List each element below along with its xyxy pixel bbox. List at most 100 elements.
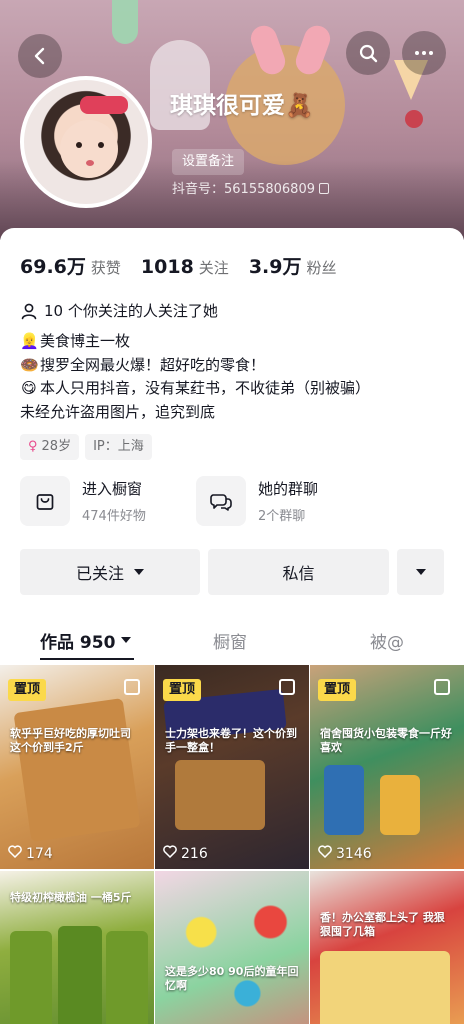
copy-icon[interactable] [318, 183, 329, 194]
video-likes: 174 [8, 845, 53, 862]
thumbnail-art [13, 697, 141, 843]
entries-row: 进入橱窗 474件好物 她的群聊 2个群聊 [20, 473, 450, 529]
age-text: 28岁 [41, 439, 72, 454]
ip-tag: IP：上海 [85, 434, 152, 460]
bio-text: 未经允许盗用图片，追究到底 [20, 402, 216, 421]
more-button[interactable] [402, 31, 446, 75]
mutual-follow-text: 10 个你关注的人关注了她 [44, 302, 218, 320]
bio-emoji: 😋 [21, 379, 37, 397]
shop-window-subtitle: 474件好物 [82, 509, 146, 524]
avatar[interactable] [20, 76, 152, 208]
pinned-badge: 置顶 [163, 679, 202, 701]
douyin-id-text: 抖音号：56155806809 [172, 182, 315, 197]
more-dots-icon [415, 51, 433, 55]
heart-icon [8, 845, 22, 862]
select-checkbox[interactable] [279, 679, 295, 695]
action-buttons: 已关注 私信 [20, 549, 444, 595]
bio-line: 未经允许盗用图片，追究到底 [20, 401, 450, 425]
video-caption: 这是多少80 90后的童年回忆啊 [165, 965, 299, 992]
search-button[interactable] [346, 31, 390, 75]
select-checkbox[interactable] [434, 679, 450, 695]
mutual-follow-row[interactable]: 10 个你关注的人关注了她 [20, 300, 218, 321]
tab-active-indicator [40, 658, 134, 660]
video-grid: 置顶 软乎乎巨好吃的厚切吐司 这个价到手2斤 174 置顶 士力架也来卷了！这个… [0, 665, 464, 1024]
bio: 👱‍♀️美食博主一枚 🍩搜罗全网最火爆！超好吃的零食！ 😋 本人只用抖音，没有某荭… [20, 330, 450, 424]
bio-emoji: 🍩 [20, 355, 39, 374]
more-actions-button[interactable] [397, 549, 444, 595]
bio-text: 美食博主一枚 [40, 332, 131, 350]
bio-text: 本人只用抖音，没有某荭书，不收徒弟（别被骗） [40, 379, 371, 397]
video-caption: 士力架也来卷了！这个价到手一整盒！ [165, 727, 297, 754]
shop-window-entry[interactable]: 进入橱窗 474件好物 [20, 473, 146, 529]
video-caption: 特级初榨橄榄油 一桶5斤 [10, 891, 132, 904]
tab-mentions[interactable]: 被@ [370, 620, 404, 660]
message-button-label: 私信 [282, 564, 315, 583]
thumbnail-art [380, 775, 420, 835]
following-count[interactable]: 1018 [141, 256, 194, 278]
video-caption: 软乎乎巨好吃的厚切吐司 这个价到手2斤 [10, 727, 131, 754]
avatar-eye [98, 142, 104, 148]
chat-bubbles-icon [196, 476, 246, 526]
bio-text: 搜罗全网最火爆！超好吃的零食！ [40, 355, 266, 374]
group-chat-entry[interactable]: 她的群聊 2个群聊 [196, 473, 318, 529]
tab-works-label: 作品 950 [40, 632, 116, 653]
caret-down-icon [134, 569, 144, 575]
video-thumbnail[interactable]: 置顶 软乎乎巨好吃的厚切吐司 这个价到手2斤 174 [0, 665, 154, 869]
tab-shop-window[interactable]: 橱窗 [213, 620, 247, 660]
set-remark-button[interactable]: 设置备注 [172, 149, 245, 175]
following-label: 关注 [198, 259, 229, 277]
select-checkbox[interactable] [124, 679, 140, 695]
stats-row: 69.6万 获赞 1018 关注 3.9万 粉丝 [20, 252, 357, 279]
thumbnail-art [320, 951, 450, 1024]
thumbnail-art [58, 926, 102, 1024]
bio-emoji: 👱‍♀️ [20, 332, 39, 350]
heart-icon [163, 845, 177, 862]
group-chat-text: 她的群聊 2个群聊 [258, 478, 318, 524]
thumbnail-art [175, 760, 265, 830]
avatar-face [60, 120, 118, 178]
likes-count[interactable]: 69.6万 [20, 252, 86, 279]
likes-count: 3146 [336, 845, 372, 862]
shop-window-title: 进入橱窗 [82, 480, 143, 498]
video-thumbnail[interactable]: 置顶 士力架也来卷了！这个价到手一整盒！ 216 [155, 665, 309, 869]
followers-label: 粉丝 [306, 259, 337, 277]
nickname: 琪琪很可爱🧸 [170, 93, 314, 119]
likes-label: 获赞 [90, 259, 121, 277]
video-thumbnail[interactable]: 置顶 宿舍囤货小包装零食一斤好喜欢 3146 [310, 665, 464, 869]
following-button[interactable]: 已关注 [20, 549, 200, 595]
chevron-left-icon [34, 47, 45, 65]
followers-count[interactable]: 3.9万 [249, 252, 302, 279]
likes-count: 174 [26, 845, 53, 862]
likes-count: 216 [181, 845, 208, 862]
video-caption: 宿舍囤货小包装零食一斤好喜欢 [320, 727, 452, 754]
banner-decoration [405, 110, 423, 128]
shop-window-text: 进入橱窗 474件好物 [82, 478, 146, 524]
caret-down-icon [415, 569, 426, 575]
pinned-badge: 置顶 [318, 679, 357, 701]
ip-text: IP：上海 [93, 439, 144, 454]
thumbnail-art [106, 931, 148, 1024]
person-icon [21, 303, 37, 319]
video-thumbnail[interactable]: 香！办公室都上头了 我狠狠囤了几箱 [310, 871, 464, 1024]
message-button[interactable]: 私信 [208, 549, 389, 595]
video-caption: 香！办公室都上头了 我狠狠囤了几箱 [320, 911, 445, 938]
search-icon [359, 44, 378, 63]
heart-icon [318, 845, 332, 862]
following-button-label: 已关注 [75, 564, 124, 583]
video-thumbnail[interactable]: 特级初榨橄榄油 一桶5斤 [0, 871, 154, 1024]
profile-tags: ♀ 28岁 IP：上海 [20, 434, 152, 460]
back-button[interactable] [18, 34, 62, 78]
shopping-bag-icon [20, 476, 70, 526]
thumbnail-art [324, 765, 364, 835]
bio-line: 👱‍♀️美食博主一枚 [20, 330, 450, 354]
video-likes: 216 [163, 845, 208, 862]
age-tag: ♀ 28岁 [20, 434, 80, 460]
content-tabs: 作品 950 橱窗 被@ [0, 620, 464, 660]
group-chat-subtitle: 2个群聊 [258, 509, 306, 524]
banner-decoration [112, 0, 138, 44]
bio-line: 😋 本人只用抖音，没有某荭书，不收徒弟（别被骗） [20, 377, 450, 401]
video-thumbnail[interactable]: 这是多少80 90后的童年回忆啊 [155, 871, 309, 1024]
douyin-id[interactable]: 抖音号：56155806809 [172, 178, 329, 197]
tab-works[interactable]: 作品 950 [40, 620, 132, 660]
group-chat-title: 她的群聊 [258, 480, 319, 498]
